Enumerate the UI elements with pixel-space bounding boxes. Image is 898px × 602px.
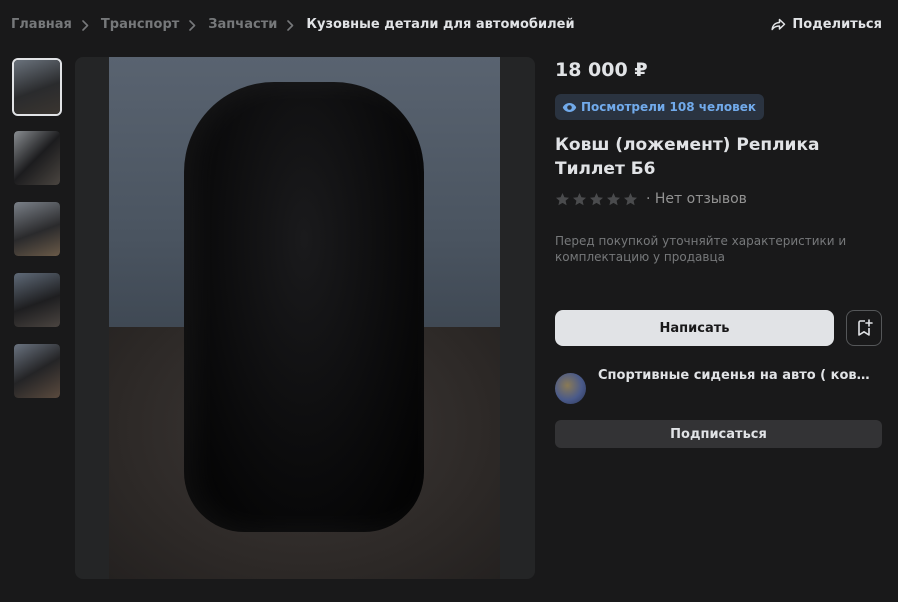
- main-photo-panel: [75, 57, 535, 579]
- thumbnail[interactable]: [12, 271, 62, 329]
- subscribe-button[interactable]: Подписаться: [555, 420, 882, 448]
- share-label: Поделиться: [792, 17, 882, 32]
- breadcrumb-current: Кузовные детали для автомобилей: [306, 17, 575, 32]
- thumbnail-image: [14, 60, 60, 114]
- thumbnail[interactable]: [12, 129, 62, 187]
- thumbnail[interactable]: [12, 200, 62, 258]
- breadcrumb-parts[interactable]: Запчасти: [208, 17, 277, 32]
- thumbnail-image: [14, 202, 60, 256]
- thumbnail[interactable]: [12, 342, 62, 400]
- rating: · Нет отзывов: [555, 191, 747, 207]
- reviews-label[interactable]: · Нет отзывов: [646, 191, 747, 207]
- thumbnail-image: [14, 273, 60, 327]
- product-title: Ковш (ложемент) Реплика Тиллет Б6: [555, 135, 820, 179]
- star-icon: [624, 192, 637, 205]
- share-button[interactable]: Поделиться: [771, 17, 882, 32]
- breadcrumb-transport[interactable]: Транспорт: [101, 17, 179, 32]
- eye-icon: [562, 102, 577, 112]
- breadcrumb-home[interactable]: Главная: [11, 17, 72, 32]
- views-label: Посмотрели 108 человек: [581, 100, 757, 114]
- save-bookmark-button[interactable]: [846, 310, 882, 346]
- top-bar: Главная Транспорт Запчасти Кузовные дета…: [0, 0, 898, 52]
- seller-name[interactable]: Спортивные сиденья на авто ( ковши/ложем…: [598, 368, 882, 383]
- main-photo[interactable]: [109, 57, 500, 579]
- chevron-right-icon: [82, 18, 90, 32]
- thumbnail[interactable]: [12, 58, 62, 116]
- chevron-right-icon: [189, 18, 197, 32]
- breadcrumb: Главная Транспорт Запчасти Кузовные дета…: [11, 17, 575, 32]
- price: 18 000 ₽: [555, 59, 648, 81]
- avatar[interactable]: [555, 373, 586, 404]
- seller-card[interactable]: Спортивные сиденья на авто ( ковши/ложем…: [555, 365, 882, 405]
- thumbnail-image: [14, 344, 60, 398]
- star-icon: [573, 192, 586, 205]
- photo-seat: [184, 82, 424, 532]
- share-arrow-icon: [771, 18, 786, 31]
- star-icon: [556, 192, 569, 205]
- thumbnail-list: [12, 58, 62, 413]
- seller-note: Перед покупкой уточняйте характеристики …: [555, 234, 847, 264]
- views-badge: Посмотрели 108 человек: [555, 94, 765, 120]
- star-icon: [590, 192, 603, 205]
- bookmark-add-icon: [858, 319, 873, 336]
- thumbnail-image: [14, 131, 60, 185]
- rating-stars: [555, 192, 640, 207]
- write-button[interactable]: Написать: [555, 310, 834, 346]
- star-icon: [607, 192, 620, 205]
- chevron-right-icon: [287, 18, 295, 32]
